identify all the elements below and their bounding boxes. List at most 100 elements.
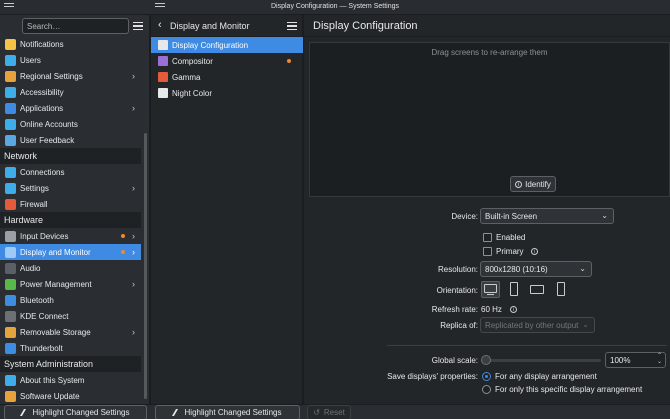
window-menu-icon-2[interactable] (155, 3, 165, 10)
screen-arrangement-canvas[interactable]: Drag screens to re-arrange them i Identi… (309, 42, 670, 197)
sidebar-item-label: Notifications (20, 39, 64, 49)
sublist-item[interactable]: Gamma (151, 69, 303, 85)
primary-checkbox[interactable] (483, 247, 492, 256)
info-icon (5, 374, 16, 386)
sublist-items: Display Configuration Compositor Gamma Nigh… (151, 37, 303, 101)
sidebar-section-header: Hardware (0, 212, 141, 228)
landscape-icon (484, 284, 497, 293)
global-scale-slider-handle[interactable] (481, 355, 491, 365)
resolution-combobox[interactable]: 800x1280 (10:16) ⌄ (480, 261, 592, 277)
sidebar-item[interactable]: Bluetooth (0, 292, 141, 308)
sublist-item-label: Display Configuration (172, 40, 249, 50)
reset-button[interactable]: ↺ Reset (307, 405, 351, 419)
back-icon[interactable]: ‹ (158, 19, 162, 31)
gamma-icon (158, 72, 168, 82)
sidebar-section-header: System Administration (0, 356, 141, 372)
replica-combobox[interactable]: Replicated by other output ⌄ (480, 317, 595, 333)
sublist-item[interactable]: Night Color (151, 85, 303, 101)
sidebar-item-label: Applications (20, 103, 64, 113)
sidebar-item[interactable]: About this System (0, 372, 141, 388)
bottom-bar: Highlight Changed Settings Highlight Cha… (0, 404, 670, 419)
sidebar-item[interactable]: KDE Connect (0, 308, 141, 324)
sidebar-item[interactable]: Online Accounts (0, 116, 141, 132)
device-label: Device: (451, 212, 478, 221)
sidebar-item[interactable]: Thunderbolt (0, 340, 141, 356)
bell-icon (5, 38, 16, 50)
sidebar-item[interactable]: Power Management › (0, 276, 141, 292)
notification-dot (121, 234, 125, 238)
save-specific-arrangement-radio[interactable] (482, 385, 491, 394)
sidebar-item-label: Accessibility (20, 87, 64, 97)
sublist-item-label: Night Color (172, 88, 213, 98)
display-icon (5, 246, 16, 258)
orientation-flipped-button[interactable] (528, 281, 547, 298)
device-combobox[interactable]: Built-in Screen ⌄ (480, 208, 614, 224)
sidebar-item[interactable]: Removable Storage › (0, 324, 141, 340)
orientation-portrait-button[interactable] (505, 281, 524, 298)
refresh-label: Refresh rate: (431, 305, 478, 314)
sidebar-scrollbar[interactable] (144, 133, 147, 399)
sidebar-item[interactable]: Settings › (0, 180, 141, 196)
highlight-changed-button-2[interactable]: Highlight Changed Settings (155, 405, 300, 419)
spin-arrows-icon[interactable]: ⌃ ⌄ (657, 353, 662, 365)
save-specific-arrangement-label: For only this specific display arrangeme… (495, 385, 643, 394)
orientation-landscape-button[interactable] (481, 281, 500, 298)
highlight-changed-button-1[interactable]: Highlight Changed Settings (4, 405, 147, 419)
feedback-icon (5, 134, 16, 146)
global-scale-slider[interactable] (485, 359, 601, 362)
window-titlebar: Display Configuration — System Settings (0, 0, 670, 15)
sidebar-item[interactable]: Regional Settings › (0, 68, 141, 84)
sidebar-item-label: Regional Settings (20, 71, 83, 81)
global-scale-value: 100% (610, 356, 631, 365)
sidebar-item[interactable]: User Feedback (0, 132, 141, 148)
sidebar-item[interactable]: Input Devices › (0, 228, 141, 244)
sidebar-section-header: Network (0, 148, 141, 164)
sidebar-item-label: Software Update (20, 391, 80, 401)
chevron-down-icon: ⌄ (579, 264, 586, 273)
sidebar-item-label: Firewall (20, 199, 48, 209)
sidebar-item[interactable]: Applications › (0, 100, 141, 116)
sidebar-item[interactable]: Notifications (0, 36, 141, 52)
save-any-arrangement-radio[interactable] (482, 372, 491, 381)
sublist-menu-icon[interactable] (287, 22, 297, 30)
chevron-right-icon: › (132, 231, 135, 241)
brush-icon (171, 409, 183, 416)
chevron-right-icon: › (132, 71, 135, 81)
sidebar-item-label: Online Accounts (20, 119, 78, 129)
sidebar-list: Notifications Users Regional Settings › Acce… (0, 36, 141, 404)
sidebar-item-label: Thunderbolt (20, 343, 63, 353)
primary-info-icon[interactable]: i (531, 248, 538, 255)
global-scale-spinbox[interactable]: 100% ⌃ ⌄ (605, 352, 666, 368)
enabled-checkbox[interactable] (483, 233, 492, 242)
search-input[interactable]: Search… (22, 18, 129, 34)
sidebar-item[interactable]: Display and Monitor › (0, 244, 141, 260)
sidebar-item-label: Removable Storage (20, 327, 91, 337)
sidebar-item[interactable]: Audio (0, 260, 141, 276)
sidebar-item[interactable]: Software Update (0, 388, 141, 404)
brush-icon (19, 409, 31, 416)
sidebar-item-label: Bluetooth (20, 295, 54, 305)
chevron-right-icon: › (132, 103, 135, 113)
save-any-arrangement-label: For any display arrangement (495, 372, 597, 381)
sidebar-item[interactable]: Connections (0, 164, 141, 180)
thunderbolt-icon (5, 342, 16, 354)
global-scale-label: Global scale: (431, 356, 478, 365)
sublist-item[interactable]: Display Configuration (151, 37, 303, 53)
sidebar-item[interactable]: Users (0, 52, 141, 68)
sidebar-item[interactable]: Firewall (0, 196, 141, 212)
landscape-flipped-icon (530, 285, 544, 294)
identify-label: Identify (525, 179, 551, 189)
undo-icon: ↺ (313, 408, 320, 417)
sublist-item[interactable]: Compositor (151, 53, 303, 69)
refresh-info-icon[interactable]: i (510, 306, 517, 313)
sidebar-menu-icon[interactable] (133, 22, 143, 30)
orientation-label: Orientation: (436, 286, 478, 295)
sidebar-item[interactable]: Accessibility (0, 84, 141, 100)
connections-icon (5, 166, 16, 178)
identify-button[interactable]: i Identify (510, 176, 556, 192)
primary-label: Primary (496, 247, 524, 256)
orientation-portrait-flipped-button[interactable] (552, 281, 571, 298)
users-icon (5, 54, 16, 66)
chevron-down-icon: ⌄ (601, 211, 608, 220)
flag-icon (5, 70, 16, 82)
